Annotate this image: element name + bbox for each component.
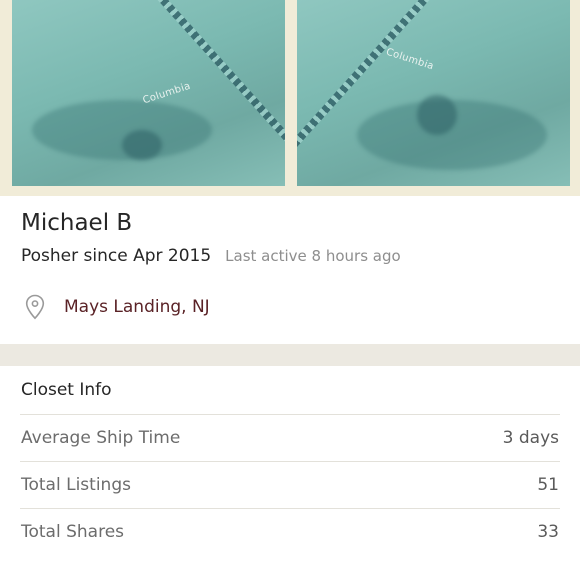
brand-logo: Columbia (141, 80, 193, 107)
location-text[interactable]: Mays Landing, NJ (64, 297, 210, 317)
brand-logo: Columbia (384, 46, 436, 73)
row-value: 33 (537, 522, 559, 542)
fabric-fold (122, 130, 162, 160)
cover-photo: Columbia Columbia (0, 0, 580, 196)
location-row[interactable]: Mays Landing, NJ (21, 294, 559, 320)
row-label: Total Listings (21, 475, 131, 495)
cover-photo-right: Columbia (297, 0, 570, 186)
user-name: Michael B (21, 210, 133, 236)
activity-row: Posher since Apr 2015 Last active 8 hour… (21, 246, 559, 266)
row-label: Average Ship Time (21, 428, 181, 448)
last-active: Last active 8 hours ago (225, 247, 401, 265)
profile-header: Michael B Posher since Apr 2015 Last act… (0, 196, 580, 344)
closet-info-section: Closet Info Average Ship Time 3 days Tot… (0, 366, 580, 579)
cover-photo-left: Columbia (12, 0, 285, 186)
closet-info-title: Closet Info (20, 366, 560, 415)
row-label: Total Shares (21, 522, 125, 542)
closet-info-row: Total Listings 51 (20, 462, 560, 509)
fabric-fold (32, 100, 212, 160)
row-value: 3 days (502, 428, 559, 448)
fabric-fold (417, 95, 457, 135)
map-pin-icon (25, 294, 45, 320)
closet-info-row: Average Ship Time 3 days (20, 415, 560, 462)
posher-since: Posher since Apr 2015 (21, 246, 212, 266)
section-divider (0, 344, 580, 366)
closet-info-row: Total Shares 33 (20, 509, 560, 555)
row-value: 51 (537, 475, 559, 495)
